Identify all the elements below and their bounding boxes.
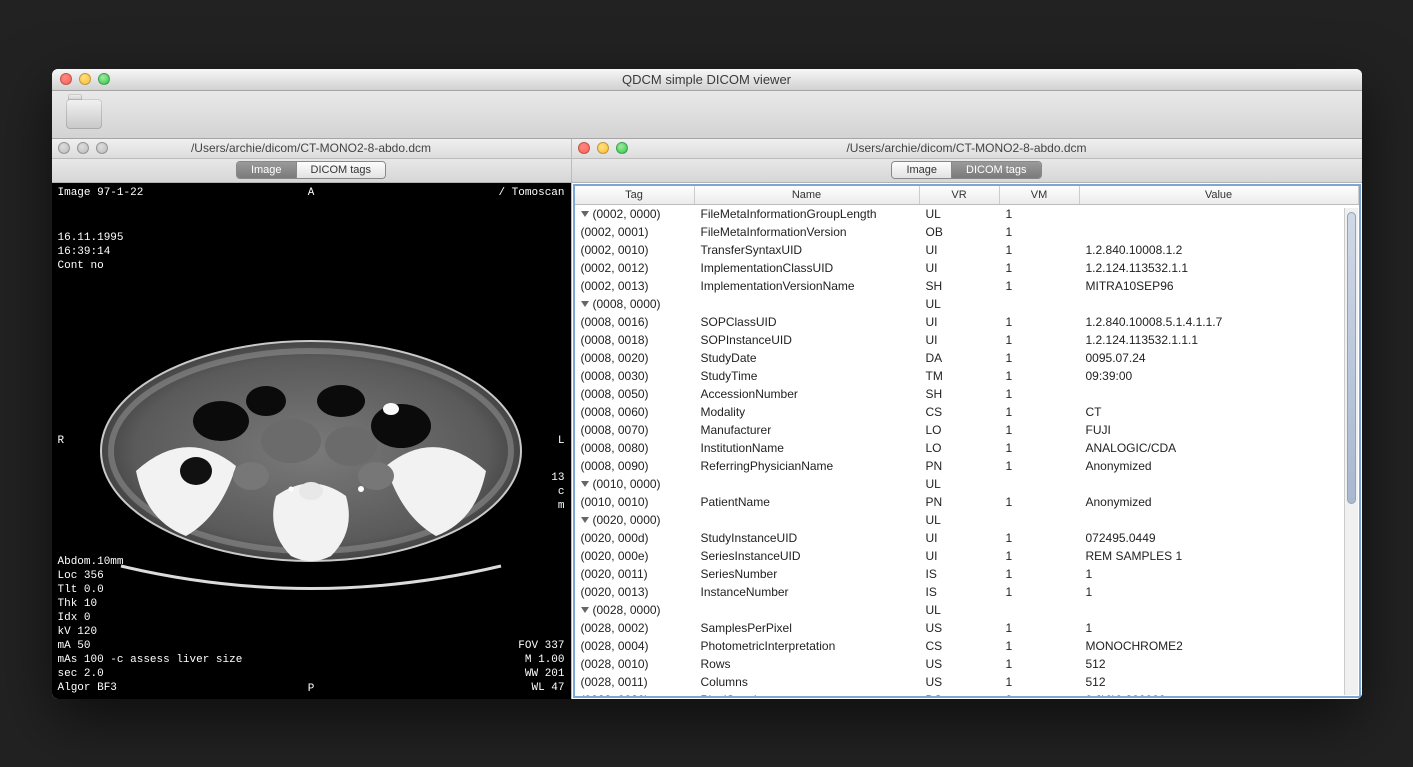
table-row[interactable]: (0010, 0000)UL — [575, 475, 1359, 493]
table-row[interactable]: (0008, 0080)InstitutionNameLO1ANALOGIC/C… — [575, 439, 1359, 457]
close-icon[interactable] — [60, 73, 72, 85]
dicom-image-viewport[interactable]: Image 97-1-22 A / Tomoscan 16.11.1995 16… — [52, 183, 571, 699]
overlay-scanner: / Tomoscan — [498, 187, 564, 199]
table-header[interactable]: Tag Name VR VM Value — [575, 186, 1359, 205]
table-row[interactable]: (0028, 0002)SamplesPerPixelUS11 — [575, 619, 1359, 637]
table-row[interactable]: (0028, 0010)RowsUS1512 — [575, 655, 1359, 673]
overlay-datetime: 16.11.1995 16:39:14 Cont no — [58, 231, 124, 273]
right-tab-bar: Image DICOM tags — [572, 159, 1362, 183]
table-row[interactable]: (0028, 0000)UL — [575, 601, 1359, 619]
table-row[interactable]: (0020, 0013)InstanceNumberIS11 — [575, 583, 1359, 601]
scrollbar-thumb[interactable] — [1347, 212, 1356, 504]
sub2-minimize-icon[interactable] — [597, 142, 609, 154]
table-row[interactable]: (0020, 0000)UL — [575, 511, 1359, 529]
col-tag[interactable]: Tag — [575, 186, 695, 204]
table-row[interactable]: (0002, 0001)FileMetaInformationVersionOB… — [575, 223, 1359, 241]
tab-dicom-tags-2[interactable]: DICOM tags — [951, 162, 1041, 178]
sub2-close-icon[interactable] — [578, 142, 590, 154]
col-value[interactable]: Value — [1080, 186, 1359, 204]
main-titlebar[interactable]: QDCM simple DICOM viewer — [52, 69, 1362, 91]
tab-image-2[interactable]: Image — [892, 162, 951, 178]
disclosure-triangle-icon[interactable] — [581, 607, 589, 613]
left-sub-titlebar[interactable]: /Users/archie/dicom/CT-MONO2-8-abdo.dcm — [52, 139, 571, 159]
table-row[interactable]: (0028, 0011)ColumnsUS1512 — [575, 673, 1359, 691]
overlay-window-params: FOV 337M 1.00WW 201WL 47 — [518, 639, 564, 695]
overlay-scale: 13 c m — [551, 471, 564, 513]
right-sub-titlebar[interactable]: /Users/archie/dicom/CT-MONO2-8-abdo.dcm — [572, 139, 1362, 159]
overlay-acq-params: Abdom.10mmLoc 356Tlt 0.0Thk 10Idx 0kV 12… — [58, 555, 243, 695]
overlay-image-id: Image 97-1-22 — [58, 187, 144, 199]
overlay-orient-left: L — [558, 435, 565, 447]
table-row[interactable]: (0002, 0013)ImplementationVersionNameSH1… — [575, 277, 1359, 295]
tab-image[interactable]: Image — [237, 162, 296, 178]
table-row[interactable]: (0008, 0030)StudyTimeTM109:39:00 — [575, 367, 1359, 385]
table-row[interactable]: (0008, 0018)SOPInstanceUIDUI11.2.124.113… — [575, 331, 1359, 349]
table-row[interactable]: (0008, 0000)UL — [575, 295, 1359, 313]
zoom-icon[interactable] — [98, 73, 110, 85]
tags-pane: /Users/archie/dicom/CT-MONO2-8-abdo.dcm … — [572, 139, 1362, 699]
table-row[interactable]: (0020, 000e)SeriesInstanceUIDUI1REM SAMP… — [575, 547, 1359, 565]
tab-dicom-tags[interactable]: DICOM tags — [296, 162, 386, 178]
sub-zoom-icon[interactable] — [96, 142, 108, 154]
window-title: QDCM simple DICOM viewer — [622, 72, 791, 87]
toolbar — [52, 91, 1362, 139]
col-vm[interactable]: VM — [1000, 186, 1080, 204]
table-row[interactable]: (0008, 0050)AccessionNumberSH1 — [575, 385, 1359, 403]
table-row[interactable]: (0028, 0004)PhotometricInterpretationCS1… — [575, 637, 1359, 655]
vertical-scrollbar[interactable] — [1344, 208, 1358, 695]
sub2-zoom-icon[interactable] — [616, 142, 628, 154]
disclosure-triangle-icon[interactable] — [581, 301, 589, 307]
disclosure-triangle-icon[interactable] — [581, 481, 589, 487]
main-window: QDCM simple DICOM viewer /Users/archie/d… — [52, 69, 1362, 699]
dicom-tags-table[interactable]: Tag Name VR VM Value (0002, 0000)FileMet… — [573, 184, 1361, 698]
table-row[interactable]: (0008, 0060)ModalityCS1CT — [575, 403, 1359, 421]
table-row[interactable]: (0008, 0016)SOPClassUIDUI11.2.840.10008.… — [575, 313, 1359, 331]
col-name[interactable]: Name — [695, 186, 920, 204]
sub-close-icon[interactable] — [58, 142, 70, 154]
ct-slice-graphic — [91, 331, 531, 591]
table-row[interactable]: (0028, 0030)PixelSpacingDS20.2\0\0.20000… — [575, 691, 1359, 698]
left-tab-bar: Image DICOM tags — [52, 159, 571, 183]
sub-minimize-icon[interactable] — [77, 142, 89, 154]
overlay-orient-right: R — [58, 435, 65, 447]
image-pane: /Users/archie/dicom/CT-MONO2-8-abdo.dcm … — [52, 139, 572, 699]
disclosure-triangle-icon[interactable] — [581, 211, 589, 217]
minimize-icon[interactable] — [79, 73, 91, 85]
left-doc-path: /Users/archie/dicom/CT-MONO2-8-abdo.dcm — [191, 141, 431, 155]
table-row[interactable]: (0002, 0012)ImplementationClassUIDUI11.2… — [575, 259, 1359, 277]
table-row[interactable]: (0008, 0090)ReferringPhysicianNamePN1Ano… — [575, 457, 1359, 475]
overlay-orient-posterior: P — [308, 683, 315, 695]
table-row[interactable]: (0010, 0010)PatientNamePN1Anonymized — [575, 493, 1359, 511]
table-row[interactable]: (0002, 0000)FileMetaInformationGroupLeng… — [575, 205, 1359, 223]
col-vr[interactable]: VR — [920, 186, 1000, 204]
table-row[interactable]: (0002, 0010)TransferSyntaxUIDUI11.2.840.… — [575, 241, 1359, 259]
overlay-orient-anterior: A — [308, 187, 315, 199]
right-doc-path: /Users/archie/dicom/CT-MONO2-8-abdo.dcm — [846, 141, 1086, 155]
table-row[interactable]: (0020, 0011)SeriesNumberIS11 — [575, 565, 1359, 583]
table-row[interactable]: (0008, 0070)ManufacturerLO1FUJI — [575, 421, 1359, 439]
disclosure-triangle-icon[interactable] — [581, 517, 589, 523]
table-row[interactable]: (0008, 0020)StudyDateDA10095.07.24 — [575, 349, 1359, 367]
table-row[interactable]: (0020, 000d)StudyInstanceUIDUI1072495.04… — [575, 529, 1359, 547]
open-folder-button[interactable] — [66, 99, 102, 129]
